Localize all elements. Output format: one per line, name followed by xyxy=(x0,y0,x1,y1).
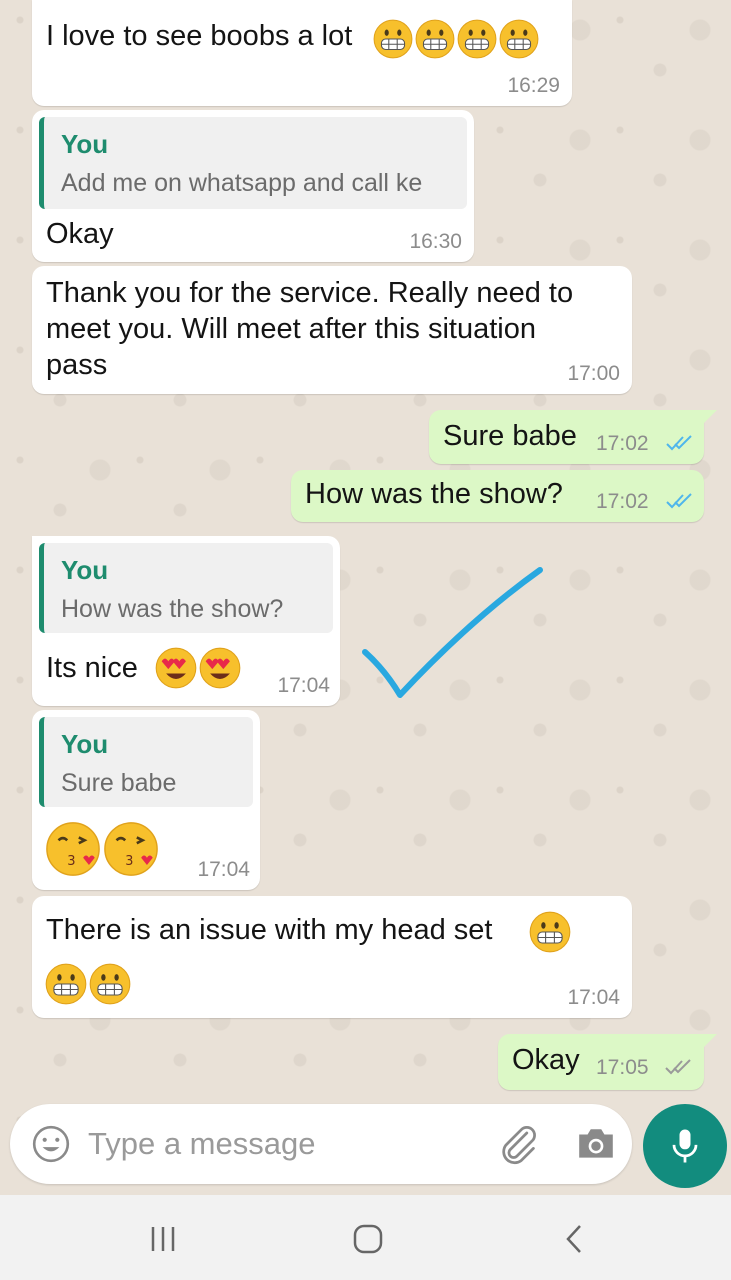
grimacing-emoji-icon xyxy=(499,19,539,59)
message-time: 16:30 xyxy=(409,230,462,253)
message-text: Sure babe xyxy=(443,420,577,452)
read-ticks-icon xyxy=(666,435,692,451)
smiley-icon[interactable] xyxy=(30,1123,72,1165)
message-input-bar[interactable]: Type a message xyxy=(10,1104,632,1184)
message-time: 17:02 xyxy=(596,432,649,455)
message-bubble-8[interactable]: There is an issue with my head set 17:04 xyxy=(32,896,632,1018)
heart-eyes-emoji-icon xyxy=(199,647,241,689)
emoji-row xyxy=(372,18,540,60)
quote-author: You xyxy=(61,729,109,759)
system-nav-bar xyxy=(0,1195,731,1280)
kissing-heart-emoji-icon: 3 xyxy=(46,822,100,876)
message-bubble-3[interactable]: Thank you for the service. Really need t… xyxy=(32,266,632,394)
message-bubble-2[interactable]: You Add me on whatsapp and call ke Okay … xyxy=(32,110,474,262)
message-time: 17:05 xyxy=(596,1056,649,1079)
message-time: 17:04 xyxy=(197,858,250,881)
grimacing-emoji-icon xyxy=(45,963,87,1005)
message-text: How was the show? xyxy=(305,478,563,510)
kissing-heart-emoji-icon: 3 xyxy=(104,822,158,876)
quote-text: Sure babe xyxy=(61,769,177,797)
message-text: Okay xyxy=(512,1044,580,1076)
message-input-placeholder[interactable]: Type a message xyxy=(88,1126,315,1162)
message-text: I love to see boobs a lot xyxy=(46,20,353,52)
message-text-line-3: pass xyxy=(46,349,108,381)
back-icon[interactable] xyxy=(557,1221,593,1257)
svg-text:3: 3 xyxy=(125,854,133,869)
quote-author: You xyxy=(61,129,109,159)
quoted-message[interactable]: You How was the show? xyxy=(39,543,333,633)
quote-text: Add me on whatsapp and call ke xyxy=(61,169,423,197)
message-text-line-2: meet you. Will meet after this situation xyxy=(46,313,536,345)
bubble-tail xyxy=(703,1034,717,1048)
grimacing-emoji-icon xyxy=(89,963,131,1005)
camera-icon[interactable] xyxy=(575,1124,617,1164)
heart-eyes-emoji-icon xyxy=(155,647,197,689)
voice-record-button[interactable] xyxy=(643,1104,727,1188)
message-bubble-9[interactable]: Okay 17:05 xyxy=(498,1034,704,1090)
emoji-row xyxy=(44,962,132,1006)
delivered-ticks-icon xyxy=(665,1059,691,1075)
grimacing-emoji-icon xyxy=(457,19,497,59)
quote-author: You xyxy=(61,555,109,585)
emoji-row: 33 xyxy=(44,820,160,878)
home-icon[interactable] xyxy=(350,1221,386,1257)
message-text: Its nice xyxy=(46,652,138,684)
quoted-message[interactable]: You Sure babe xyxy=(39,717,253,807)
quote-text: How was the show? xyxy=(61,595,284,623)
emoji-row xyxy=(154,646,242,690)
svg-text:3: 3 xyxy=(67,854,75,869)
message-list[interactable]: I love to see boobs a lot 16:29 You Add … xyxy=(0,0,731,1100)
grimacing-emoji-icon xyxy=(529,911,571,953)
microphone-icon xyxy=(672,1129,698,1163)
message-bubble-5[interactable]: How was the show? 17:02 xyxy=(291,470,704,522)
message-text: There is an issue with my head set xyxy=(46,914,493,946)
message-time: 16:29 xyxy=(507,74,560,97)
message-text-line-1: Thank you for the service. Really need t… xyxy=(46,277,574,309)
read-ticks-icon xyxy=(666,493,692,509)
message-bubble-4[interactable]: Sure babe 17:02 xyxy=(429,410,704,464)
quoted-message[interactable]: You Add me on whatsapp and call ke xyxy=(39,117,467,209)
grimacing-emoji-icon xyxy=(373,19,413,59)
message-time: 17:02 xyxy=(596,490,649,513)
message-time: 17:00 xyxy=(567,362,620,385)
message-bubble-7[interactable]: You Sure babe 33 17:04 xyxy=(32,710,260,890)
message-bubble-1[interactable]: I love to see boobs a lot 16:29 xyxy=(32,0,572,106)
message-time: 17:04 xyxy=(567,986,620,1009)
bubble-tail xyxy=(703,410,717,424)
message-time: 17:04 xyxy=(277,674,330,697)
message-text: Okay xyxy=(46,218,114,250)
recent-apps-icon[interactable] xyxy=(145,1221,181,1257)
paperclip-icon[interactable] xyxy=(496,1122,540,1166)
message-bubble-6[interactable]: You How was the show? Its nice 17:04 xyxy=(32,536,340,706)
grimacing-emoji-icon xyxy=(415,19,455,59)
